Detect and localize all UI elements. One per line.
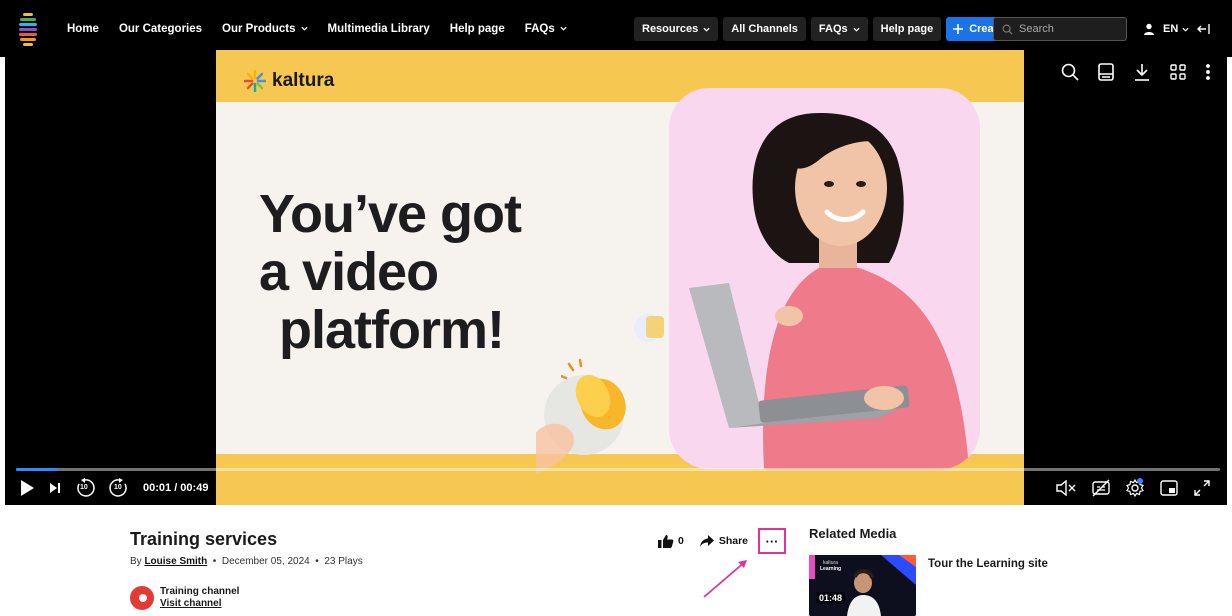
more-horizontal-icon: ···	[765, 533, 779, 549]
muted-volume-icon[interactable]	[1055, 480, 1077, 496]
rewind-10-button[interactable]: 10	[75, 478, 95, 498]
share-arrow-icon	[699, 535, 714, 547]
media-plays: 23 Plays	[324, 556, 363, 567]
settings-gear-icon[interactable]	[1125, 478, 1145, 498]
video-player[interactable]: kaltura You’ve got a video platform! 10 …	[5, 50, 1227, 505]
nav-faqs[interactable]: FAQs	[525, 23, 567, 35]
duration-badge: 01:48	[816, 592, 846, 604]
picture-in-picture-icon[interactable]	[1159, 479, 1179, 497]
site-logo[interactable]	[19, 12, 37, 46]
faqs-menu-button[interactable]: FAQs	[810, 17, 868, 41]
kaltura-burst-icon	[244, 70, 266, 92]
presenter-image	[689, 113, 969, 469]
language-selector[interactable]: EN	[1163, 23, 1189, 35]
nav-help-page[interactable]: Help page	[450, 23, 505, 35]
like-count: 0	[678, 535, 684, 547]
like-button[interactable]: 0	[658, 534, 684, 548]
user-area: EN	[1143, 17, 1210, 41]
help-page-button[interactable]: Help page	[872, 17, 942, 41]
thumb-caption: Learning	[820, 566, 842, 572]
forward-10-button[interactable]: 10	[109, 478, 129, 498]
nav-our-products[interactable]: Our Products	[222, 23, 308, 35]
related-item-thumbnail[interactable]: kaltura Learning 01:48	[809, 555, 916, 616]
next-icon[interactable]	[49, 482, 61, 494]
channel-name: Training channel	[160, 586, 240, 597]
fullscreen-icon[interactable]	[1193, 479, 1211, 497]
video-frame: kaltura You’ve got a video platform!	[216, 50, 1024, 505]
channel-info: Training channel Visit channel	[130, 586, 239, 610]
more-actions-button[interactable]: ···	[758, 528, 786, 554]
kaltura-logo: kaltura	[244, 70, 334, 92]
channel-avatar[interactable]	[130, 586, 154, 610]
chevron-down-icon	[300, 26, 308, 31]
all-channels-button[interactable]: All Channels	[723, 17, 806, 41]
user-icon[interactable]	[1143, 23, 1155, 35]
chevron-down-icon	[853, 27, 860, 32]
related-item-title[interactable]: Tour the Learning site	[928, 558, 1048, 570]
slide-headline: You’ve got a video platform!	[259, 184, 522, 360]
related-media-heading: Related Media	[809, 526, 897, 541]
search-placeholder: Search	[1019, 23, 1054, 35]
plus-icon	[953, 24, 964, 34]
secondary-nav: Resources All Channels FAQs Help page Cr…	[634, 17, 1017, 41]
player-top-tools	[1060, 62, 1212, 82]
media-date: December 05, 2024	[221, 556, 310, 567]
thumbs-up-icon	[658, 535, 674, 548]
search-icon[interactable]	[1060, 62, 1080, 82]
chevron-down-icon	[560, 26, 567, 31]
nav-our-categories[interactable]: Our Categories	[119, 23, 202, 35]
download-icon[interactable]	[1132, 62, 1152, 82]
time-display: 00:01 / 00:49	[143, 482, 209, 494]
media-meta: By Louise Smith • December 05, 2024 • 23…	[130, 556, 363, 567]
search-icon	[1002, 24, 1013, 35]
annotation-arrow	[703, 560, 747, 598]
grid-apps-icon[interactable]	[1168, 62, 1188, 82]
visit-channel-link[interactable]: Visit channel	[160, 598, 239, 610]
transcript-icon[interactable]	[1096, 62, 1116, 82]
chevron-down-icon	[703, 27, 710, 32]
media-title: Training services	[130, 529, 278, 549]
search-input[interactable]: Search	[993, 17, 1127, 41]
author-link[interactable]: Louise Smith	[144, 556, 207, 567]
nav-multimedia-library[interactable]: Multimedia Library	[328, 23, 430, 35]
player-controls-left: 10 10 00:01 / 00:49	[19, 476, 208, 500]
play-icon[interactable]	[19, 479, 35, 497]
primary-nav: Home Our Categories Our Products Multime…	[67, 0, 587, 57]
resources-menu-button[interactable]: Resources	[634, 17, 719, 41]
nav-home[interactable]: Home	[67, 23, 99, 35]
captions-off-icon[interactable]	[1091, 479, 1111, 497]
presenter-card	[669, 88, 980, 469]
clapping-hands-icon	[561, 358, 626, 430]
player-controls-right	[1055, 476, 1211, 500]
more-vertical-icon[interactable]	[1204, 62, 1212, 82]
exit-icon[interactable]	[1197, 23, 1210, 35]
media-actions: 0 Share	[658, 528, 748, 554]
seek-bar-fill	[16, 468, 59, 471]
top-navigation-bar: Home Our Categories Our Products Multime…	[0, 0, 1232, 57]
seek-bar[interactable]	[16, 468, 1220, 471]
share-button[interactable]: Share	[699, 535, 748, 547]
chevron-down-icon	[1182, 27, 1189, 32]
